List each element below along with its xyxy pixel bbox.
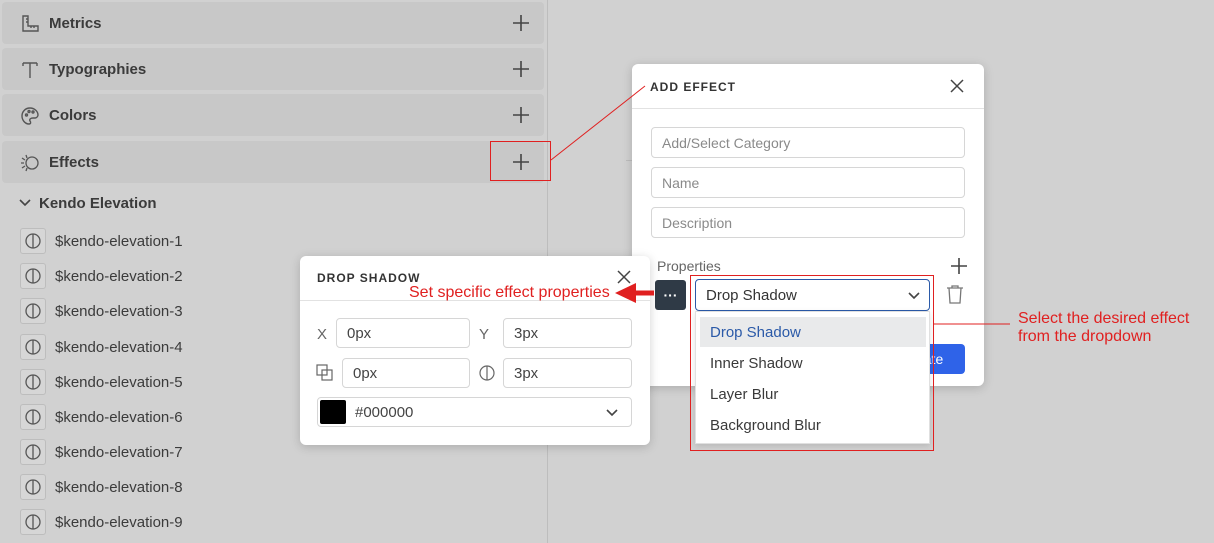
group-kendo-elevation[interactable]: Kendo Elevation xyxy=(18,192,157,214)
elevation-label: $kendo-elevation-6 xyxy=(55,408,183,426)
section-label: Metrics xyxy=(49,14,102,32)
trash-icon[interactable] xyxy=(946,284,964,304)
list-item[interactable]: $kendo-elevation-8 xyxy=(20,474,183,500)
y-label: Y xyxy=(479,326,490,343)
more-options-button[interactable]: ··· xyxy=(655,280,686,310)
elevation-label: $kendo-elevation-3 xyxy=(55,302,183,320)
panel-title: DROP SHADOW xyxy=(317,271,421,285)
elevation-label: $kendo-elevation-1 xyxy=(55,232,183,250)
palette-icon xyxy=(21,107,39,125)
elevation-label: $kendo-elevation-7 xyxy=(55,443,183,461)
elevation-label: $kendo-elevation-9 xyxy=(55,513,183,531)
section-metrics[interactable]: Metrics xyxy=(2,2,544,44)
dialog-title: ADD EFFECT xyxy=(650,80,736,94)
section-typographies[interactable]: Typographies xyxy=(2,48,544,90)
chevron-down-icon xyxy=(19,199,31,207)
name-input[interactable] xyxy=(651,167,965,198)
add-property-icon[interactable] xyxy=(950,257,968,275)
y-offset-input[interactable] xyxy=(503,318,632,348)
properties-label: Properties xyxy=(657,258,721,274)
elevation-icon xyxy=(20,404,46,430)
annotation-dropdown-note-1: Select the desired effect xyxy=(1018,310,1190,327)
list-item[interactable]: $kendo-elevation-9 xyxy=(20,509,183,535)
color-value: #000000 xyxy=(355,404,414,421)
annotation-highlight-dropdown xyxy=(690,275,934,451)
list-item[interactable]: $kendo-elevation-4 xyxy=(20,334,183,360)
add-metrics-icon[interactable] xyxy=(511,13,531,33)
color-picker[interactable]: #000000 xyxy=(317,397,632,427)
blur-icon xyxy=(479,365,495,381)
effects-icon xyxy=(21,154,39,172)
elevation-icon xyxy=(20,228,46,254)
elevation-label: $kendo-elevation-2 xyxy=(55,267,183,285)
add-color-icon[interactable] xyxy=(511,105,531,125)
blur-input[interactable] xyxy=(503,358,632,388)
x-offset-input[interactable] xyxy=(336,318,470,348)
section-label: Colors xyxy=(49,106,97,124)
annotation-highlight-plus xyxy=(490,141,551,181)
chevron-down-icon xyxy=(606,409,618,417)
list-item[interactable]: $kendo-elevation-1 xyxy=(20,228,183,254)
section-label: Effects xyxy=(49,153,100,171)
section-effects[interactable]: Effects xyxy=(2,141,544,183)
elevation-icon xyxy=(20,474,46,500)
close-icon[interactable] xyxy=(949,78,965,94)
list-item[interactable]: $kendo-elevation-6 xyxy=(20,404,183,430)
divider xyxy=(632,108,984,109)
text-icon xyxy=(22,62,38,78)
color-swatch[interactable] xyxy=(320,400,346,424)
close-icon[interactable] xyxy=(616,269,632,285)
elevation-icon xyxy=(20,263,46,289)
x-label: X xyxy=(317,326,328,343)
list-item[interactable]: $kendo-elevation-7 xyxy=(20,439,183,465)
elevation-label: $kendo-elevation-4 xyxy=(55,338,183,356)
elevation-icon xyxy=(20,509,46,535)
list-item[interactable]: $kendo-elevation-3 xyxy=(20,298,183,324)
elevation-icon xyxy=(20,439,46,465)
annotation-properties-note: Set specific effect properties xyxy=(409,284,610,301)
group-label: Kendo Elevation xyxy=(39,194,157,212)
elevation-icon xyxy=(20,298,46,324)
list-item[interactable]: $kendo-elevation-2 xyxy=(20,263,183,289)
section-colors[interactable]: Colors xyxy=(2,94,544,136)
annotation-dropdown-note-2: from the dropdown xyxy=(1018,328,1152,345)
category-input[interactable] xyxy=(651,127,965,158)
description-input[interactable] xyxy=(651,207,965,238)
spread-icon xyxy=(316,364,333,381)
section-label: Typographies xyxy=(49,60,147,78)
elevation-icon xyxy=(20,369,46,395)
elevation-label: $kendo-elevation-8 xyxy=(55,478,183,496)
elevation-icon xyxy=(20,334,46,360)
list-item[interactable]: $kendo-elevation-5 xyxy=(20,369,183,395)
spread-input[interactable] xyxy=(342,358,470,388)
elevation-label: $kendo-elevation-5 xyxy=(55,373,183,391)
ruler-icon xyxy=(22,15,39,32)
add-typography-icon[interactable] xyxy=(511,59,531,79)
